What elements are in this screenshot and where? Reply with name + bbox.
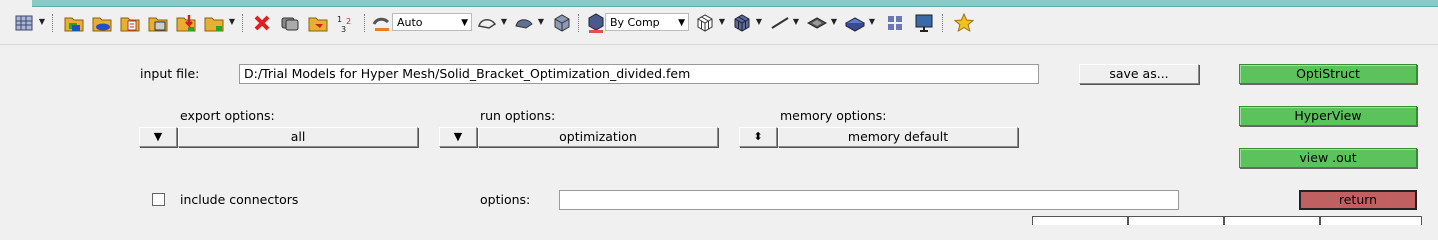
svg-text:1: 1 — [337, 15, 342, 24]
shading-icon[interactable] — [475, 10, 499, 36]
run-options-button[interactable]: optimization — [478, 127, 718, 147]
export-folder-icon[interactable] — [202, 10, 226, 36]
mask-folder-icon[interactable] — [306, 10, 330, 36]
chevron-down-icon[interactable]: ▼ — [792, 14, 800, 30]
chevron-down-icon[interactable]: ▼ — [868, 14, 876, 30]
view-mode-icon[interactable] — [370, 10, 394, 36]
chevron-down-icon[interactable]: ▼ — [830, 14, 838, 30]
chevron-down-icon[interactable]: ▼ — [718, 14, 726, 30]
include-connectors-checkbox[interactable] — [152, 193, 165, 206]
grid-icon[interactable] — [12, 10, 36, 36]
auto-select[interactable]: Auto ▼ — [392, 13, 472, 31]
tile-icon[interactable] — [883, 10, 907, 36]
line-icon[interactable] — [768, 10, 792, 36]
chevron-down-icon: ▼ — [461, 18, 468, 28]
chevron-down-icon[interactable]: ▼ — [755, 14, 763, 30]
panel-tab[interactable] — [1032, 216, 1128, 225]
up-down-arrows-icon: ⬍ — [753, 130, 763, 143]
memory-options-label: memory options: — [780, 108, 887, 123]
chevron-down-icon[interactable]: ▼ — [537, 14, 545, 30]
separator — [52, 14, 55, 32]
export-options-button[interactable]: all — [178, 127, 418, 147]
plane-icon[interactable] — [843, 10, 867, 36]
delete-icon[interactable] — [250, 10, 274, 36]
optistruct-button[interactable]: OptiStruct — [1239, 64, 1417, 84]
panel-tab[interactable] — [1128, 216, 1224, 225]
chevron-down-icon[interactable]: ▼ — [38, 14, 46, 30]
solid-icon[interactable] — [550, 10, 574, 36]
shaded-elements-icon[interactable] — [730, 10, 754, 36]
options-field[interactable] — [559, 190, 1179, 210]
input-file-field[interactable]: D:/Trial Models for Hyper Mesh/Solid_Bra… — [239, 64, 1039, 84]
monitor-icon[interactable] — [912, 10, 936, 36]
chevron-down-icon: ▼ — [153, 130, 163, 143]
svg-text:2: 2 — [346, 17, 351, 26]
import-red-arrow-icon[interactable] — [174, 10, 198, 36]
by-comp-select-value: By Comp — [610, 16, 660, 29]
auto-select-value: Auto — [397, 16, 423, 29]
by-comp-select[interactable]: By Comp ▼ — [605, 13, 689, 31]
export-options-label: export options: — [180, 108, 275, 123]
chevron-down-icon[interactable]: ▼ — [228, 14, 236, 30]
svg-text:3: 3 — [341, 25, 346, 34]
export-options-toggle[interactable]: ▼ — [139, 127, 177, 147]
graphics-border — [32, 0, 1438, 7]
options-label: options: — [480, 192, 531, 207]
input-file-label: input file: — [140, 66, 200, 81]
separator — [242, 14, 245, 32]
include-connectors-label: include connectors — [180, 192, 299, 207]
layers-icon[interactable] — [805, 10, 829, 36]
open-folder-icon[interactable] — [146, 10, 170, 36]
view-out-button[interactable]: view .out — [1239, 148, 1417, 168]
save-icon[interactable] — [118, 10, 142, 36]
chevron-down-icon: ▼ — [453, 130, 463, 143]
return-button[interactable]: return — [1299, 190, 1417, 210]
import-icon[interactable] — [90, 10, 114, 36]
save-as-button[interactable]: save as... — [1079, 64, 1199, 84]
memory-options-button[interactable]: memory default — [778, 127, 1018, 147]
separator — [578, 14, 581, 32]
chevron-down-icon: ▼ — [678, 18, 685, 28]
wireframe-icon[interactable] — [693, 10, 717, 36]
panel-tab[interactable] — [1224, 216, 1320, 225]
open-model-icon[interactable] — [62, 10, 86, 36]
run-options-label: run options: — [480, 108, 556, 123]
display-icon[interactable] — [278, 10, 302, 36]
toolbar-divider — [0, 44, 1438, 45]
number-icon[interactable]: 123 — [334, 10, 358, 36]
panel-tab[interactable] — [1320, 216, 1422, 225]
hyperview-button[interactable]: HyperView — [1239, 106, 1417, 126]
separator — [942, 14, 945, 32]
favorites-star-icon[interactable] — [952, 10, 976, 36]
surface-icon[interactable] — [512, 10, 536, 36]
separator — [364, 14, 367, 32]
chevron-down-icon[interactable]: ▼ — [500, 14, 508, 30]
memory-options-toggle[interactable]: ⬍ — [739, 127, 777, 147]
toolbar: ▼ ▼ 123 Auto ▼ ▼ ▼ By Comp ▼ ▼ ▼ ▼ ▼ ▼ — [0, 0, 1438, 44]
run-options-toggle[interactable]: ▼ — [439, 127, 477, 147]
